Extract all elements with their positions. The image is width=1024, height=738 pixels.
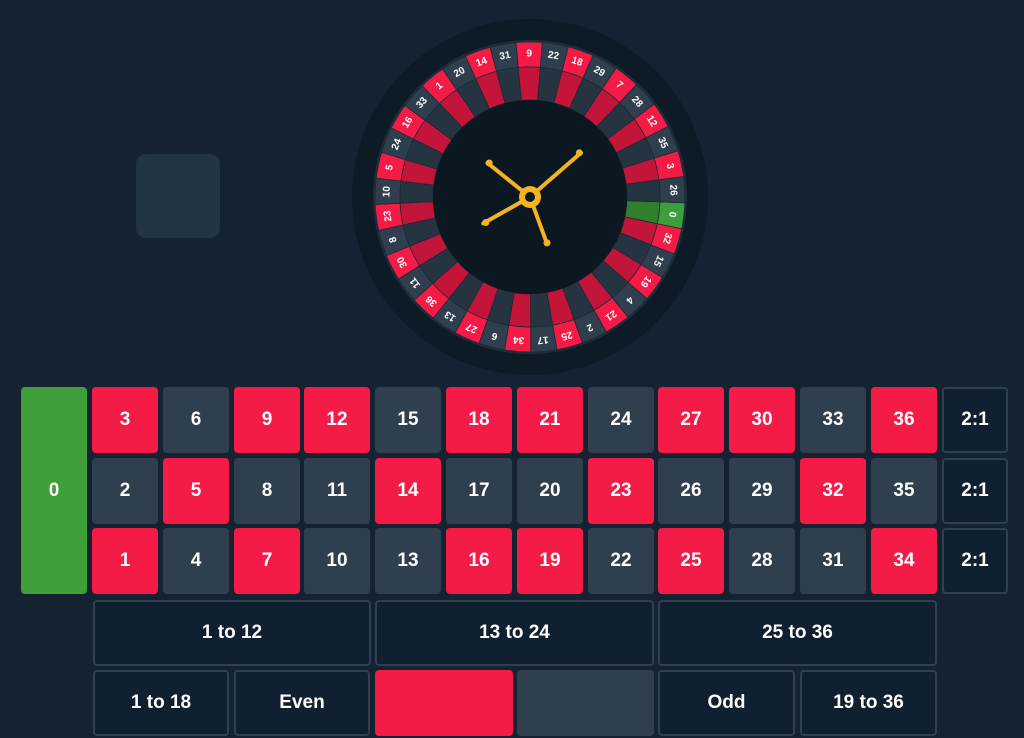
bet-number-cell[interactable]: 26 [658, 458, 724, 524]
bet-number-cell[interactable]: 16 [446, 528, 512, 594]
bet-number-cell[interactable]: 25 [658, 528, 724, 594]
bet-number-cell[interactable]: 20 [517, 458, 583, 524]
bet-number-cell[interactable]: 5 [163, 458, 229, 524]
bet-dozen-third[interactable]: 25 to 36 [658, 600, 937, 666]
bet-number-cell[interactable]: 4 [163, 528, 229, 594]
bet-number-cell[interactable]: 1 [92, 528, 158, 594]
bet-number-cell[interactable]: 12 [304, 387, 370, 453]
bet-number-cell[interactable]: 33 [800, 387, 866, 453]
bet-column-bottom[interactable]: 2:1 [942, 528, 1008, 594]
bet-zero[interactable]: 0 [21, 387, 87, 594]
bet-number-cell[interactable]: 9 [234, 387, 300, 453]
bet-number-cell[interactable]: 35 [871, 458, 937, 524]
bet-number-cell[interactable]: 14 [375, 458, 441, 524]
bet-number-cell[interactable]: 17 [446, 458, 512, 524]
bet-even[interactable]: Even [234, 670, 370, 736]
bet-number-cell[interactable]: 18 [446, 387, 512, 453]
bet-number-cell[interactable]: 13 [375, 528, 441, 594]
bet-number-cell[interactable]: 22 [588, 528, 654, 594]
bet-number-cell[interactable]: 36 [871, 387, 937, 453]
bet-black[interactable] [517, 670, 654, 736]
betting-board: 0 3 6 9 12 15 18 21 24 27 30 33 36 2 5 8 11 14 17 20 23 26 29… [0, 0, 1024, 738]
bet-number-cell[interactable]: 21 [517, 387, 583, 453]
bet-low-1-to-18[interactable]: 1 to 18 [93, 670, 229, 736]
bet-column-middle[interactable]: 2:1 [942, 458, 1008, 524]
bet-column-top[interactable]: 2:1 [942, 387, 1008, 453]
bet-number-cell[interactable]: 27 [658, 387, 724, 453]
bet-odd[interactable]: Odd [658, 670, 795, 736]
bet-number-cell[interactable]: 8 [234, 458, 300, 524]
bet-number-cell[interactable]: 15 [375, 387, 441, 453]
bet-number-cell[interactable]: 11 [304, 458, 370, 524]
bet-high-19-to-36[interactable]: 19 to 36 [800, 670, 937, 736]
bet-number-cell[interactable]: 7 [234, 528, 300, 594]
bet-number-cell[interactable]: 19 [517, 528, 583, 594]
bet-number-cell[interactable]: 28 [729, 528, 795, 594]
bet-number-cell[interactable]: 10 [304, 528, 370, 594]
bet-number-cell[interactable]: 31 [800, 528, 866, 594]
bet-number-cell[interactable]: 32 [800, 458, 866, 524]
bet-number-cell[interactable]: 23 [588, 458, 654, 524]
bet-number-cell[interactable]: 29 [729, 458, 795, 524]
bet-number-cell[interactable]: 2 [92, 458, 158, 524]
bet-dozen-first[interactable]: 1 to 12 [93, 600, 371, 666]
bet-number-cell[interactable]: 24 [588, 387, 654, 453]
bet-number-cell[interactable]: 34 [871, 528, 937, 594]
bet-red[interactable] [375, 670, 513, 736]
bet-number-cell[interactable]: 3 [92, 387, 158, 453]
bet-number-cell[interactable]: 30 [729, 387, 795, 453]
bet-dozen-second[interactable]: 13 to 24 [375, 600, 654, 666]
bet-number-cell[interactable]: 6 [163, 387, 229, 453]
